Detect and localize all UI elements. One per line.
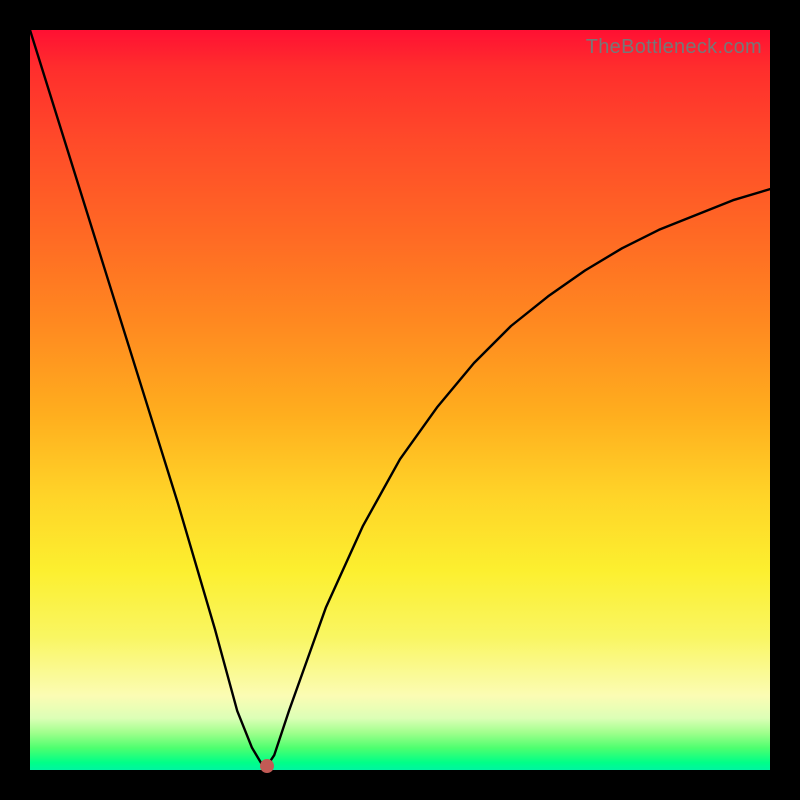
optimum-marker [260, 759, 274, 773]
chart-frame: TheBottleneck.com [0, 0, 800, 800]
bottleneck-curve [30, 30, 770, 770]
plot-area: TheBottleneck.com [30, 30, 770, 770]
